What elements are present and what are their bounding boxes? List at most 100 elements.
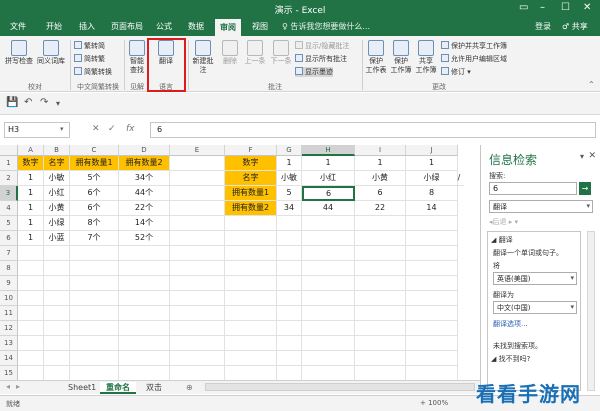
empty-cell[interactable] — [44, 321, 70, 336]
table1-data-cell[interactable]: 7个 — [70, 231, 119, 246]
empty-cell[interactable] — [406, 336, 458, 351]
previous-comment-button[interactable]: 上一条 — [243, 40, 267, 66]
sheet-tab-sheet1[interactable]: Sheet1 — [62, 382, 102, 394]
row-header-13[interactable]: 13 — [0, 336, 18, 351]
tab-home[interactable]: 开始 — [46, 21, 62, 32]
empty-cell[interactable] — [225, 306, 277, 321]
empty-cell[interactable] — [119, 336, 170, 351]
empty-cell[interactable] — [44, 291, 70, 306]
empty-cell[interactable] — [225, 366, 277, 381]
redo-icon[interactable]: ↷ — [40, 97, 48, 108]
empty-cell[interactable] — [302, 276, 355, 291]
column-header-i[interactable]: I — [355, 145, 406, 156]
empty-cell[interactable] — [302, 246, 355, 261]
empty-cell[interactable] — [302, 306, 355, 321]
next-comment-button[interactable]: 下一条 — [269, 40, 293, 66]
empty-cell[interactable] — [302, 351, 355, 366]
column-header-c[interactable]: C — [70, 145, 119, 156]
collapse-ribbon-icon[interactable]: ⌃ — [588, 80, 595, 89]
table2-label-cell[interactable]: 拥有数量2 — [225, 201, 277, 216]
empty-cell[interactable] — [277, 291, 302, 306]
table2-data-cell[interactable]: 5 — [277, 186, 302, 201]
pane-nav[interactable]: ◂后退 ▸ ▾ — [489, 217, 518, 227]
tab-view[interactable]: 视图 — [252, 21, 268, 32]
empty-cell[interactable] — [302, 261, 355, 276]
table1-data-cell[interactable]: 52个 — [119, 231, 170, 246]
row-header-1[interactable]: 1 — [0, 156, 18, 171]
from-language-select[interactable]: 英语(美国) ▾ — [493, 272, 577, 285]
insert-function-icon[interactable]: fx — [126, 124, 135, 134]
allow-edit-ranges-button[interactable]: 允许用户编辑区域 — [441, 54, 507, 64]
table2-data-cell[interactable]: 1 — [406, 156, 458, 171]
empty-cell[interactable] — [355, 306, 406, 321]
empty-cell[interactable] — [70, 336, 119, 351]
empty-cell[interactable] — [44, 261, 70, 276]
empty-cell[interactable] — [170, 351, 225, 366]
next-sheet-icon[interactable]: ▸ — [16, 382, 20, 391]
tab-page-layout[interactable]: 页面布局 — [111, 21, 143, 32]
empty-cell[interactable] — [119, 351, 170, 366]
protect-sheet-button[interactable]: 保护 工作表 — [364, 40, 388, 75]
empty-cell[interactable] — [277, 261, 302, 276]
table1-data-cell[interactable]: 小蓝 — [44, 231, 70, 246]
table2-data-cell[interactable]: 8 — [406, 186, 458, 201]
empty-cell[interactable] — [170, 231, 225, 246]
empty-cell[interactable] — [170, 261, 225, 276]
empty-cell[interactable] — [302, 291, 355, 306]
login-link[interactable]: 登录 — [535, 21, 551, 32]
empty-cell[interactable] — [406, 351, 458, 366]
empty-cell[interactable] — [225, 231, 277, 246]
empty-cell[interactable] — [406, 276, 458, 291]
protect-workbook-button[interactable]: 保护 工作簿 — [389, 40, 413, 75]
empty-cell[interactable] — [406, 261, 458, 276]
table2-label-cell[interactable]: 名字 — [225, 171, 277, 186]
empty-cell[interactable] — [225, 216, 277, 231]
empty-cell[interactable] — [406, 306, 458, 321]
table1-data-cell[interactable]: 1 — [18, 216, 44, 231]
table1-data-cell[interactable]: 1 — [18, 231, 44, 246]
table1-data-cell[interactable]: 小绿 — [44, 216, 70, 231]
tab-formulas[interactable]: 公式 — [156, 21, 172, 32]
empty-cell[interactable] — [355, 276, 406, 291]
empty-cell[interactable] — [18, 291, 44, 306]
tab-insert[interactable]: 插入 — [79, 21, 95, 32]
empty-cell[interactable] — [302, 321, 355, 336]
pane-menu-icon[interactable]: ▾ — [580, 152, 584, 161]
section-translate[interactable]: ◢ 翻译 — [491, 235, 513, 245]
empty-cell[interactable] — [70, 246, 119, 261]
empty-cell[interactable] — [277, 306, 302, 321]
empty-cell[interactable] — [44, 306, 70, 321]
empty-cell[interactable] — [170, 306, 225, 321]
column-header-j[interactable]: J — [406, 145, 458, 156]
empty-cell[interactable] — [170, 291, 225, 306]
empty-cell[interactable] — [170, 186, 225, 201]
empty-cell[interactable] — [225, 321, 277, 336]
table2-label-cell[interactable]: 数字 — [225, 156, 277, 171]
empty-cell[interactable] — [277, 246, 302, 261]
table1-data-cell[interactable]: 1 — [18, 201, 44, 216]
show-all-comments-button[interactable]: 显示所有批注 — [295, 54, 347, 64]
protect-share-button[interactable]: 保护并共享工作簿 — [441, 41, 507, 51]
row-header-8[interactable]: 8 — [0, 261, 18, 276]
row-header-7[interactable]: 7 — [0, 246, 18, 261]
to-language-select[interactable]: 中文(中国) ▾ — [493, 301, 577, 314]
empty-cell[interactable] — [277, 231, 302, 246]
show-ink-button[interactable]: 显示墨迹 — [295, 67, 333, 77]
translate-options-link[interactable]: 翻译选项... — [493, 319, 528, 329]
table1-data-cell[interactable]: 22个 — [119, 201, 170, 216]
table2-data-cell[interactable]: 44 — [302, 201, 355, 216]
empty-cell[interactable] — [170, 171, 225, 186]
empty-cell[interactable] — [44, 246, 70, 261]
close-button[interactable]: ✕ — [583, 2, 591, 13]
empty-cell[interactable] — [225, 351, 277, 366]
add-sheet-icon[interactable]: ⊕ — [180, 382, 199, 394]
column-header-e[interactable]: E — [170, 145, 225, 156]
table1-data-cell[interactable]: 小黄 — [44, 201, 70, 216]
table1-header-cell[interactable]: 拥有数量2 — [119, 156, 170, 171]
empty-cell[interactable] — [44, 336, 70, 351]
empty-cell[interactable] — [170, 336, 225, 351]
formula-input[interactable]: 6 — [150, 122, 596, 138]
empty-cell[interactable] — [277, 216, 302, 231]
empty-cell[interactable] — [170, 366, 225, 381]
empty-cell[interactable] — [406, 366, 458, 381]
